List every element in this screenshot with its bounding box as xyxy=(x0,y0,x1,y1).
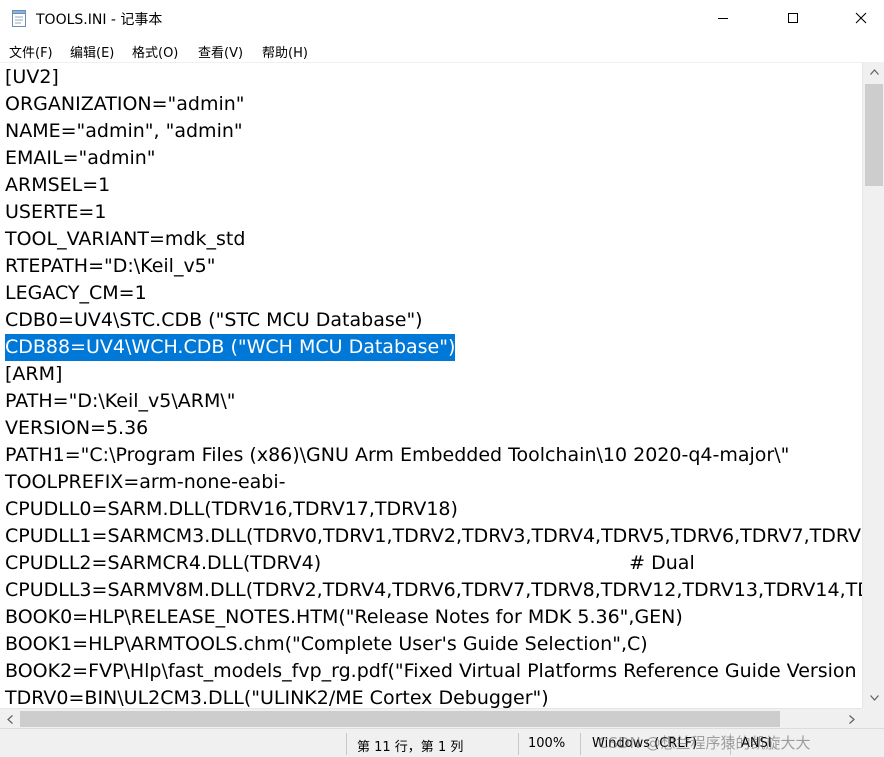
scroll-up-button[interactable] xyxy=(863,62,884,82)
menu-file[interactable]: 文件(F) xyxy=(9,42,53,61)
notepad-icon xyxy=(11,10,27,27)
status-separator xyxy=(580,733,581,755)
chevron-right-icon xyxy=(849,714,855,724)
chevron-left-icon xyxy=(7,714,13,724)
menu-help[interactable]: 帮助(H) xyxy=(262,42,308,61)
notepad-window: TOOLS.INI - 记事本 文件(F) 编辑(E) 格式(O) 查看(V) … xyxy=(0,0,884,757)
text-line: CPUDLL3=SARMV8M.DLL(TDRV2,TDRV4,TDRV6,TD… xyxy=(5,579,862,601)
text-line: ORGANIZATION="admin" xyxy=(5,93,245,115)
text-line: TOOL_VARIANT=mdk_std xyxy=(5,228,246,250)
maximize-button[interactable] xyxy=(770,0,816,36)
text-line: USERTE=1 xyxy=(5,201,107,223)
text-line: [UV2] xyxy=(5,66,59,88)
text-line: [ARM] xyxy=(5,363,63,385)
vertical-scrollbar[interactable] xyxy=(862,62,884,708)
title-bar[interactable]: TOOLS.INI - 记事本 xyxy=(0,0,884,36)
text-line: CPUDLL2=SARMCR4.DLL(TDRV4) # Dual xyxy=(5,552,695,574)
text-line: TDRV0=BIN\UL2CM3.DLL("ULINK2/ME Cortex D… xyxy=(5,687,549,709)
window-title: TOOLS.INI - 记事本 xyxy=(36,12,163,28)
maximize-icon xyxy=(788,13,798,23)
scroll-down-button[interactable] xyxy=(863,688,884,708)
text-line: VERSION=5.36 xyxy=(5,417,149,439)
menu-bar: 文件(F) 编辑(E) 格式(O) 查看(V) 帮助(H) xyxy=(0,38,884,62)
text-line: CDB0=UV4\STC.CDB ("STC MCU Database") xyxy=(5,309,423,331)
text-line: LEGACY_CM=1 xyxy=(5,282,147,304)
scroll-right-button[interactable] xyxy=(842,709,862,729)
selected-text-line: CDB88=UV4\WCH.CDB ("WCH MCU Database") xyxy=(5,334,456,361)
chevron-down-icon xyxy=(869,695,879,701)
menu-view[interactable]: 查看(V) xyxy=(198,42,243,61)
text-line: PATH="D:\Keil_v5\ARM\" xyxy=(5,390,236,412)
text-line: CPUDLL0=SARM.DLL(TDRV16,TDRV17,TDRV18) xyxy=(5,498,458,520)
scrollbar-corner xyxy=(862,708,884,728)
menu-format[interactable]: 格式(O) xyxy=(132,42,178,61)
close-button[interactable] xyxy=(838,0,884,36)
text-editor[interactable]: [UV2] ORGANIZATION="admin" NAME="admin", "… xyxy=(0,62,862,709)
close-icon xyxy=(855,12,867,24)
chevron-up-icon xyxy=(869,69,879,75)
text-line: CPUDLL1=SARMCM3.DLL(TDRV0,TDRV1,TDRV2,TD… xyxy=(5,525,862,547)
text-line: BOOK2=FVP\Hlp\fast_models_fvp_rg.pdf("Fi… xyxy=(5,660,857,682)
minimize-button[interactable] xyxy=(700,0,746,36)
text-line: EMAIL="admin" xyxy=(5,147,156,169)
horizontal-scroll-thumb[interactable] xyxy=(20,711,780,727)
status-separator xyxy=(518,733,519,755)
status-zoom: 100% xyxy=(528,736,566,751)
status-bar: 第 11 行，第 1 列 100% Windows (CRLF) ANSI CS… xyxy=(0,728,884,757)
text-line: BOOK0=HLP\RELEASE_NOTES.HTM("Release Not… xyxy=(5,606,683,628)
watermark-text: CSDN @想兰程序猿的凯旋大大 xyxy=(598,734,811,752)
text-line: NAME="admin", "admin" xyxy=(5,120,243,142)
text-line: ARMSEL=1 xyxy=(5,174,111,196)
menu-edit[interactable]: 编辑(E) xyxy=(70,42,114,61)
text-line: TOOLPREFIX=arm-none-eabi- xyxy=(5,471,286,493)
scroll-left-button[interactable] xyxy=(0,709,20,729)
text-line: RTEPATH="D:\Keil_v5" xyxy=(5,255,216,277)
horizontal-scrollbar[interactable] xyxy=(0,708,862,729)
minimize-icon xyxy=(718,18,728,19)
status-separator xyxy=(346,733,347,755)
status-cursor-position: 第 11 行，第 1 列 xyxy=(357,740,464,755)
text-line: BOOK1=HLP\ARMTOOLS.chm("Complete User's … xyxy=(5,633,648,655)
text-line: PATH1="C:\Program Files (x86)\GNU Arm Em… xyxy=(5,444,790,466)
vertical-scroll-thumb[interactable] xyxy=(865,84,883,186)
